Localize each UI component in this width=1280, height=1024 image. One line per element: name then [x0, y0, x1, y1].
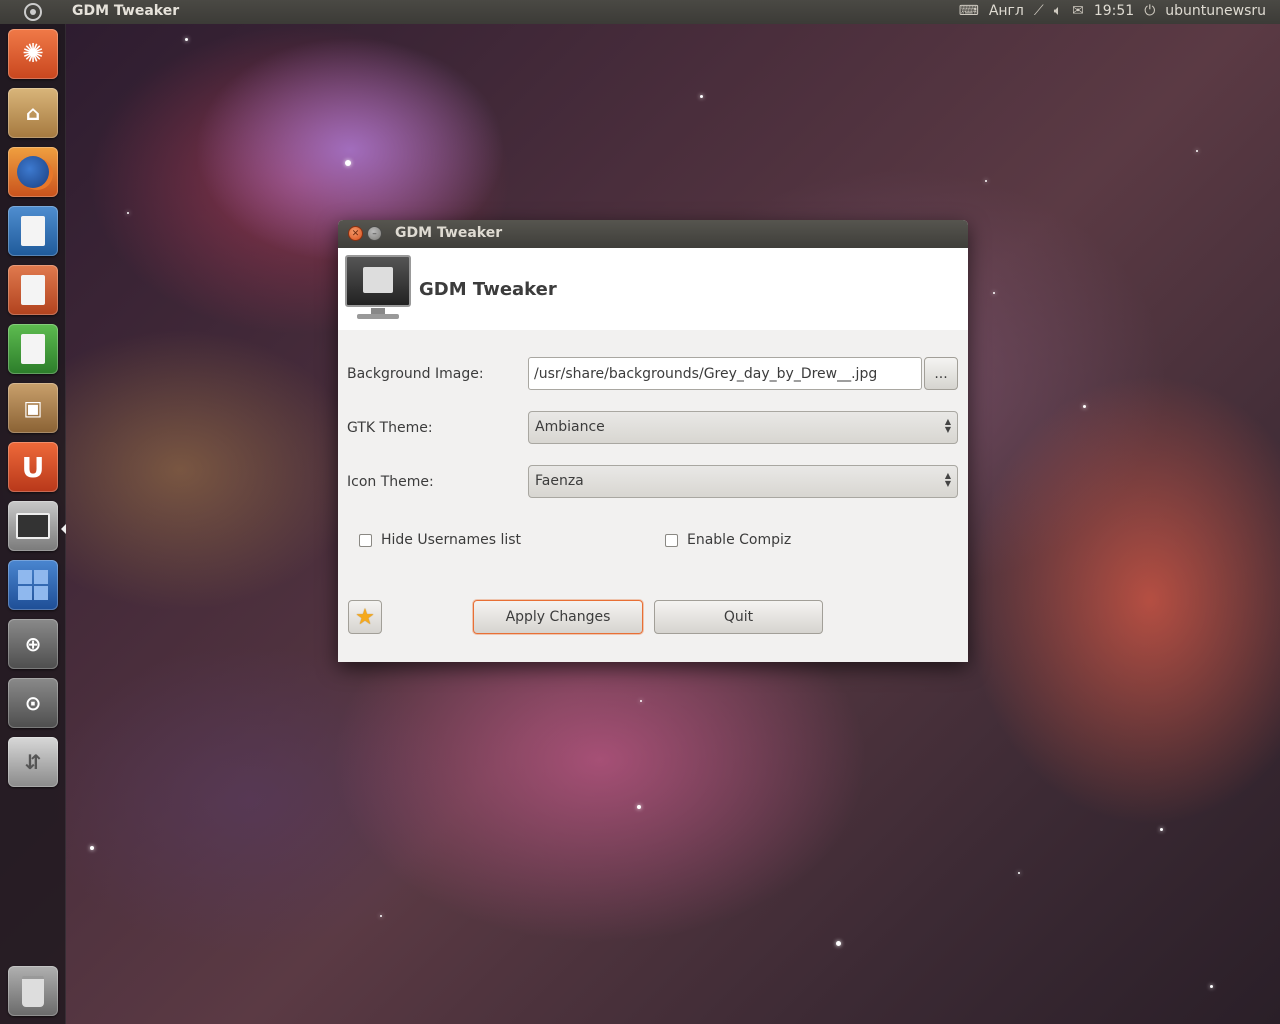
launcher-item-firefox[interactable] — [8, 147, 58, 197]
close-icon[interactable]: ✕ — [348, 226, 363, 241]
launcher-item-calc[interactable] — [8, 324, 58, 374]
active-app-indicator — [61, 524, 66, 534]
icon-theme-label: Icon Theme: — [347, 474, 434, 490]
keyboard-layout-indicator[interactable]: Англ — [989, 3, 1024, 19]
ubuntu-logo-icon[interactable] — [24, 3, 42, 21]
gtk-theme-label: GTK Theme: — [347, 420, 433, 436]
quit-button[interactable]: Quit — [654, 600, 823, 634]
indicator-area: ⌨ Англ ⟋ 🔈︎ ✉ 19:51 ⏻ ubuntunewsru — [959, 3, 1266, 19]
launcher-item-ubuntu-one[interactable]: U — [8, 442, 58, 492]
ubuntu-logo-icon: ✺ — [22, 39, 44, 69]
top-panel: GDM Tweaker ⌨ Англ ⟋ 🔈︎ ✉ 19:51 ⏻ ubuntu… — [0, 0, 1280, 24]
folder-icon: ⌂ — [25, 101, 41, 125]
impress-icon — [21, 275, 45, 305]
browse-button[interactable]: ... — [924, 357, 958, 390]
launcher-item-gdm-tweaker[interactable] — [8, 501, 58, 551]
session-icon[interactable]: ⏻ — [1144, 3, 1155, 19]
clock[interactable]: 19:51 — [1094, 3, 1134, 19]
window-banner: GDM Tweaker — [338, 248, 968, 330]
launcher-item-impress[interactable] — [8, 265, 58, 315]
volume-icon[interactable]: 🔈︎ — [1054, 3, 1062, 19]
mail-icon[interactable]: ✉ — [1072, 3, 1084, 19]
background-image-field[interactable] — [528, 357, 922, 390]
icon-theme-value: Faenza — [535, 473, 584, 489]
gtk-theme-combo[interactable]: Ambiance ▲ ▼ — [528, 411, 958, 444]
hide-usernames-checkbox[interactable]: Hide Usernames list — [359, 532, 521, 548]
firefox-icon — [17, 156, 49, 188]
launcher: ✺ ⌂ ▣ U ⊕ ⊙ ⇵ — [0, 24, 66, 1024]
enable-compiz-label: Enable Compiz — [687, 532, 792, 548]
keyboard-icon[interactable]: ⌨ — [959, 3, 979, 19]
launcher-item-trash[interactable] — [8, 966, 58, 1016]
writer-icon — [21, 216, 45, 246]
window-title: GDM Tweaker — [395, 225, 503, 241]
combo-arrows-icon: ▲ ▼ — [944, 417, 951, 434]
panel-app-title: GDM Tweaker — [72, 3, 180, 19]
window-titlebar[interactable]: ✕ – GDM Tweaker — [338, 220, 968, 248]
enable-compiz-checkbox[interactable]: Enable Compiz — [665, 532, 791, 548]
about-button[interactable]: ★ — [348, 600, 382, 634]
calc-icon — [21, 334, 45, 364]
launcher-item-home-folder[interactable]: ⌂ — [8, 88, 58, 138]
software-center-icon: ▣ — [23, 396, 43, 420]
minimize-icon[interactable]: – — [367, 226, 382, 241]
checkbox-box[interactable] — [359, 533, 372, 547]
gtk-theme-value: Ambiance — [535, 419, 605, 435]
network-icon[interactable]: ⟋ — [1034, 3, 1044, 19]
launcher-item-writer[interactable] — [8, 206, 58, 256]
banner-heading: GDM Tweaker — [419, 279, 557, 300]
checkbox-box[interactable] — [665, 533, 678, 547]
star-icon: ★ — [355, 604, 375, 630]
icon-theme-combo[interactable]: Faenza ▲ ▼ — [528, 465, 958, 498]
zoom-search-icon: ⊙ — [24, 691, 42, 715]
usb-icon: ⇵ — [24, 750, 42, 774]
background-image-label: Background Image: — [347, 366, 484, 382]
combo-arrows-icon: ▲ ▼ — [944, 471, 951, 488]
monitor-icon — [16, 513, 50, 539]
launcher-item-zoom-in[interactable]: ⊕ — [8, 619, 58, 669]
gdm-tweaker-window: ✕ – GDM Tweaker GDM Tweaker Background I… — [338, 220, 968, 662]
trash-icon — [22, 975, 44, 1007]
launcher-item-zoom-search[interactable]: ⊙ — [8, 678, 58, 728]
apply-changes-button[interactable]: Apply Changes — [473, 600, 643, 634]
zoom-in-icon: ⊕ — [24, 632, 42, 656]
username-indicator[interactable]: ubuntunewsru — [1165, 3, 1266, 19]
launcher-item-software-center[interactable]: ▣ — [8, 383, 58, 433]
hide-usernames-label: Hide Usernames list — [381, 532, 522, 548]
launcher-item-usb[interactable]: ⇵ — [8, 737, 58, 787]
workspaces-icon — [18, 570, 48, 600]
ubuntu-one-icon: U — [21, 450, 45, 484]
monitor-icon — [343, 253, 413, 321]
launcher-item-workspaces[interactable] — [8, 560, 58, 610]
launcher-item-dash[interactable]: ✺ — [8, 29, 58, 79]
